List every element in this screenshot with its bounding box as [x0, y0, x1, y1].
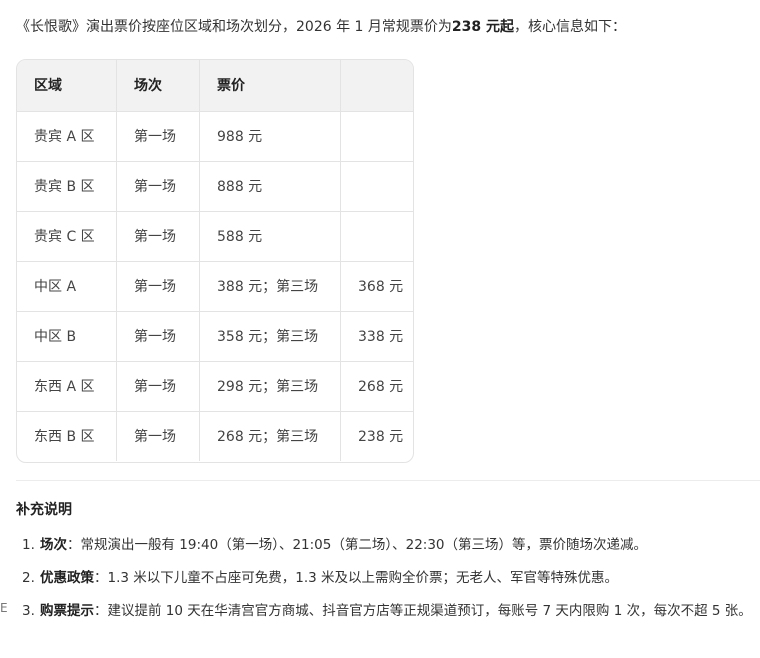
- cell-price: 298 元；第三场: [199, 361, 341, 411]
- list-item: 2. 优惠政策：1.3 米以下儿童不占座可免费，1.3 米及以上需购全价票；无老…: [22, 566, 760, 590]
- cell-zone: 中区 B: [17, 311, 117, 361]
- header-zone: 区域: [17, 60, 117, 111]
- cell-price: 268 元；第三场: [199, 411, 341, 461]
- cell-zone: 东西 A 区: [17, 361, 117, 411]
- intro-highlight: 238 元起: [451, 19, 514, 35]
- price-table: 区域 场次 票价 贵宾 A 区 第一场 988 元 贵宾 B 区 第一场 888…: [16, 59, 414, 463]
- cell-extra: 268 元: [358, 379, 404, 395]
- cell-extra: [341, 111, 414, 161]
- table-header-row: 区域 场次 票价: [17, 60, 413, 111]
- note-text: ：常规演出一般有 19:40（第一场）、21:05（第二场）、22:30（第三场…: [67, 537, 648, 553]
- cell-extra: 238 元: [358, 429, 404, 446]
- table-row: 贵宾 A 区 第一场 988 元: [17, 111, 413, 161]
- header-session: 场次: [116, 60, 200, 111]
- table-row: 贵宾 B 区 第一场 888 元: [17, 161, 413, 211]
- cell-price: 588 元: [199, 211, 341, 261]
- supplement-title: 补充说明: [16, 502, 72, 518]
- cell-price: 358 元；第三场: [199, 311, 341, 361]
- table-row: 东西 B 区 第一场 268 元；第三场 238 元: [17, 411, 413, 461]
- list-item: 3. 购票提示：建议提前 10 天在华清宫官方商城、抖音官方店等正规渠道预订，每…: [22, 599, 760, 623]
- section-divider: [16, 480, 760, 481]
- cell-zone: 贵宾 B 区: [17, 161, 117, 211]
- cell-zone: 中区 A: [17, 261, 117, 311]
- cell-price: 388 元；第三场: [199, 261, 341, 311]
- list-item: 1. 场次：常规演出一般有 19:40（第一场）、21:05（第二场）、22:3…: [22, 533, 760, 557]
- list-number: 1.: [22, 537, 35, 553]
- cell-session: 第一场: [116, 311, 200, 361]
- cell-session: 第一场: [116, 261, 200, 311]
- cell-price: 888 元: [199, 161, 341, 211]
- table-row: 东西 A 区 第一场 298 元；第三场 268 元: [17, 361, 413, 411]
- cell-session: 第一场: [116, 361, 200, 411]
- note-text: ：建议提前 10 天在华清宫官方商城、抖音官方店等正规渠道预订，每账号 7 天内…: [94, 603, 752, 619]
- page: 《长恨歌》演出票价按座位区域和场次划分，2026 年 1 月常规票价为238 元…: [0, 0, 760, 658]
- note-label: 优惠政策: [40, 570, 94, 586]
- intro-prefix: 《长恨歌》演出票价按座位区域和场次划分，2026 年 1 月常规票价为: [16, 19, 452, 35]
- cell-extra: [341, 211, 414, 261]
- note-label: 购票提示: [40, 603, 94, 619]
- list-number: 3.: [22, 603, 35, 619]
- header-price: 票价: [199, 60, 341, 111]
- cell-zone: 贵宾 A 区: [17, 111, 117, 161]
- cell-extra: 368 元: [358, 279, 404, 295]
- edge-mark: E: [0, 601, 8, 615]
- intro-text: 《长恨歌》演出票价按座位区域和场次划分，2026 年 1 月常规票价为238 元…: [16, 14, 752, 40]
- table-row: 中区 B 第一场 358 元；第三场 338 元: [17, 311, 413, 361]
- note-label: 场次: [40, 537, 67, 553]
- cell-price: 988 元: [199, 111, 341, 161]
- cell-session: 第一场: [116, 161, 200, 211]
- cell-session: 第一场: [116, 211, 200, 261]
- cell-session: 第一场: [116, 411, 200, 461]
- cell-extra: [341, 161, 414, 211]
- cell-session: 第一场: [116, 111, 200, 161]
- cell-zone: 东西 B 区: [17, 411, 117, 461]
- intro-suffix: ，核心信息如下：: [514, 19, 626, 35]
- table-row: 贵宾 C 区 第一场 588 元: [17, 211, 413, 261]
- table-row: 中区 A 第一场 388 元；第三场 368 元: [17, 261, 413, 311]
- header-extra: [341, 60, 414, 111]
- supplement-list: 1. 场次：常规演出一般有 19:40（第一场）、21:05（第二场）、22:3…: [22, 533, 760, 632]
- list-number: 2.: [22, 570, 35, 586]
- cell-extra: 338 元: [358, 329, 404, 345]
- cell-zone: 贵宾 C 区: [17, 211, 117, 261]
- note-text: ：1.3 米以下儿童不占座可免费，1.3 米及以上需购全价票；无老人、军官等特殊…: [94, 570, 619, 586]
